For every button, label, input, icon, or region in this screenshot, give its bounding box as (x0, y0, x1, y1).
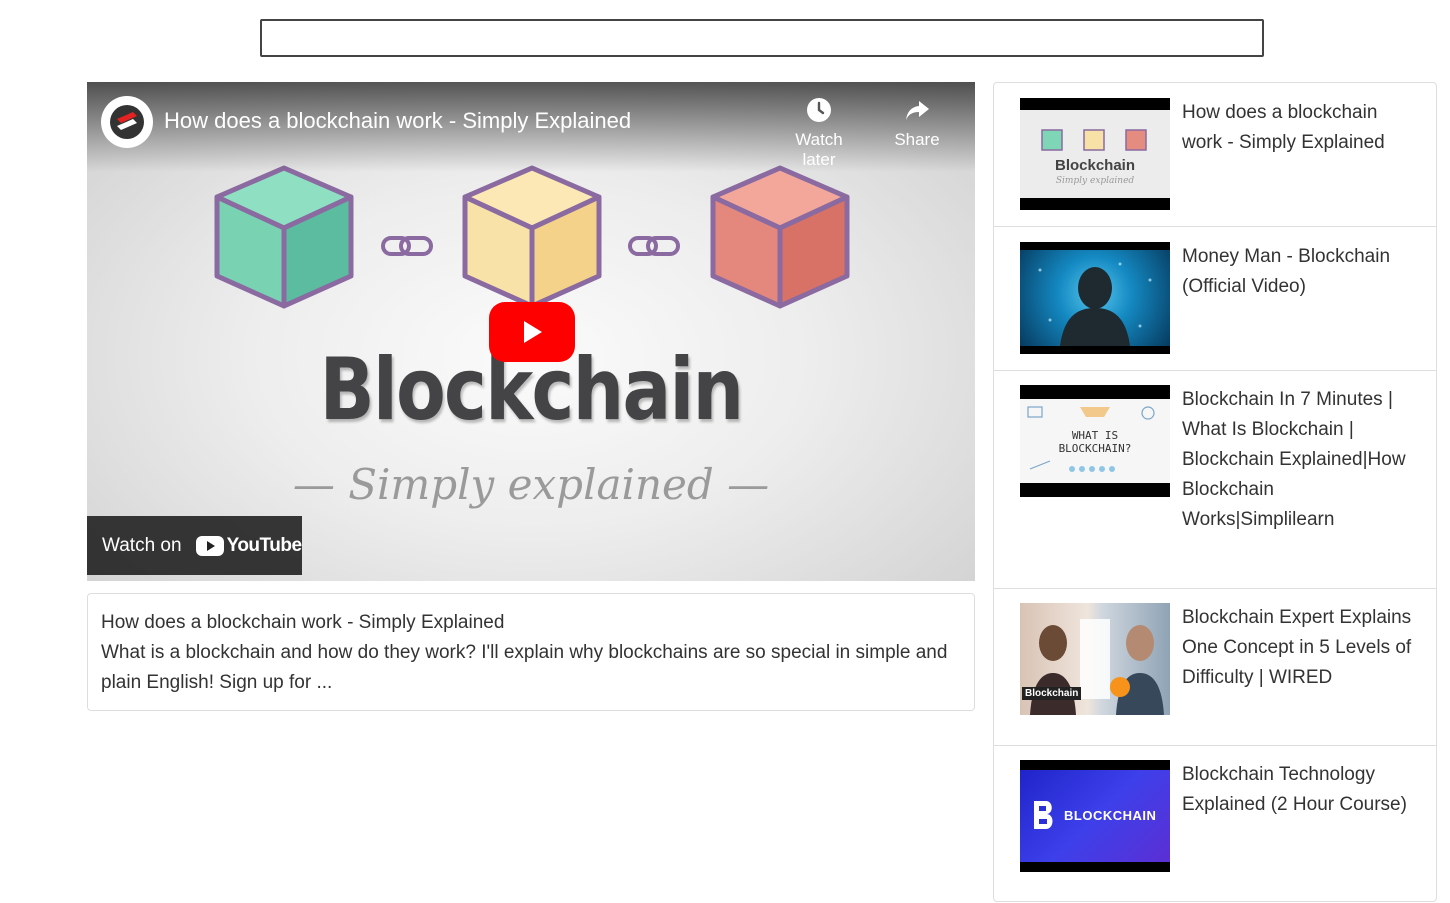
related-videos-list: Blockchain Simply explained How does a b… (993, 82, 1437, 902)
related-video-title[interactable]: Money Man - Blockchain (Official Video) (1182, 242, 1414, 302)
video-thumbnail[interactable]: Blockchain Simply explained (1020, 98, 1170, 210)
video-thumbnail[interactable]: WHAT IS BLOCKCHAIN? (1020, 385, 1170, 497)
play-icon (524, 321, 542, 343)
play-button[interactable] (489, 302, 575, 362)
video-thumbnail[interactable]: Blockchain (1020, 603, 1170, 715)
share-label: Share (894, 130, 940, 149)
youtube-wordmark: YouTube (226, 534, 302, 556)
bitcoin-b-icon (1034, 801, 1053, 829)
thumbnail-subtext: Simply explained (1055, 176, 1135, 186)
watch-later-label: Watch later (795, 130, 843, 169)
related-video-item[interactable]: BLOCKCHAIN Blockchain Technology Explain… (994, 746, 1436, 903)
search-bar (260, 19, 1264, 57)
video-description-card: How does a blockchain work - Simply Expl… (87, 593, 975, 711)
thumbnail-text: Blockchain (1054, 157, 1136, 174)
description-text: What is a blockchain and how do they wor… (101, 642, 948, 693)
channel-avatar[interactable] (101, 96, 153, 148)
video-player[interactable]: Blockchain — Simply explained — How does… (87, 82, 975, 581)
thumbnail-text: Blockchain (1022, 687, 1082, 700)
person-silhouette-icon (1038, 262, 1152, 346)
thumbnail-text: WHAT IS BLOCKCHAIN? (1058, 429, 1132, 455)
related-video-title[interactable]: Blockchain In 7 Minutes | What Is Blockc… (1182, 385, 1414, 535)
thumbnail-text: BLOCKCHAIN (1064, 808, 1157, 823)
watch-later-button[interactable]: Watch later (779, 96, 859, 170)
youtube-logo: YouTube (195, 534, 302, 557)
channel-logo-icon (110, 105, 144, 139)
related-video-title[interactable]: Blockchain Expert Explains One Concept i… (1182, 603, 1414, 693)
related-video-item[interactable]: Blockchain Blockchain Expert Explains On… (994, 589, 1436, 746)
share-button[interactable]: Share (877, 96, 957, 150)
search-input[interactable] (260, 19, 1264, 57)
related-video-item[interactable]: WHAT IS BLOCKCHAIN? Blockchain In 7 Minu… (994, 371, 1436, 589)
video-thumbnail[interactable] (1020, 242, 1170, 354)
description-title: How does a blockchain work - Simply Expl… (101, 612, 505, 633)
watch-on-label: Watch on (102, 534, 182, 556)
related-video-title[interactable]: How does a blockchain work - Simply Expl… (1182, 98, 1414, 158)
related-video-item[interactable]: Blockchain Simply explained How does a b… (994, 83, 1436, 227)
thumbnail-subheading: — Simply explained — (292, 460, 770, 509)
watch-on-youtube-button[interactable]: Watch on YouTube (87, 516, 302, 575)
video-thumbnail[interactable]: BLOCKCHAIN (1020, 760, 1170, 872)
clock-icon (807, 98, 831, 122)
share-arrow-icon (906, 101, 929, 120)
related-video-item[interactable]: Money Man - Blockchain (Official Video) (994, 227, 1436, 371)
youtube-play-icon (195, 535, 224, 556)
related-video-title[interactable]: Blockchain Technology Explained (2 Hour … (1182, 760, 1414, 820)
player-video-title[interactable]: How does a blockchain work - Simply Expl… (164, 108, 631, 134)
